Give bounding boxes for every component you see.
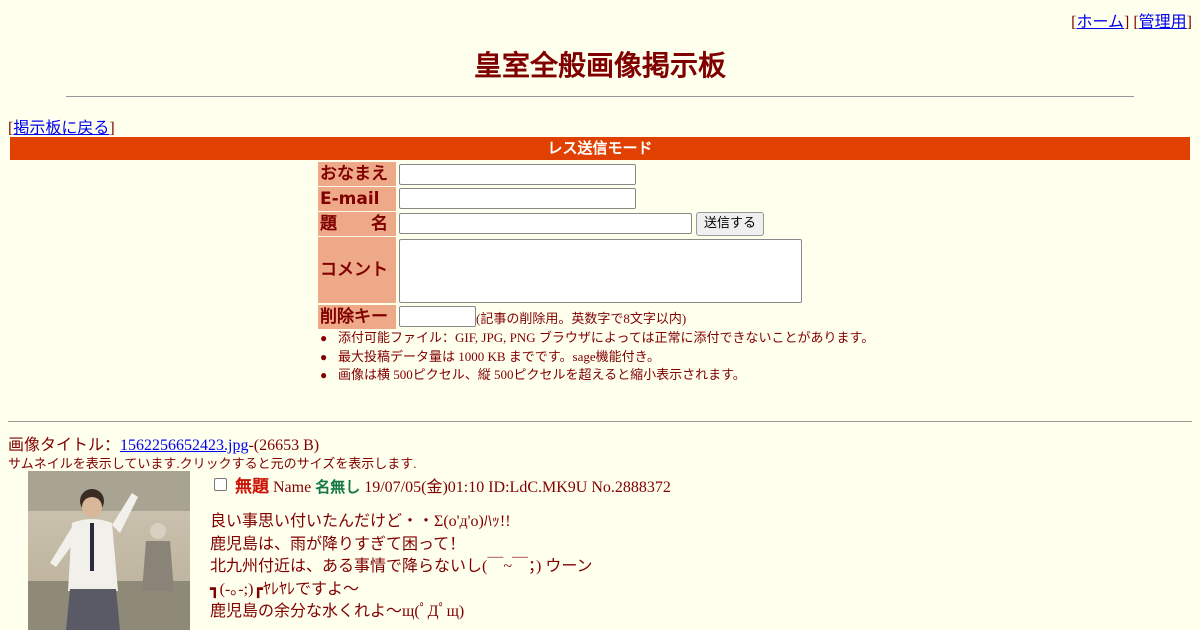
image-size: -(26653 B) xyxy=(248,437,320,454)
image-file-link[interactable]: 1562256652423.jpg xyxy=(120,437,248,454)
delete-checkbox[interactable] xyxy=(214,478,227,491)
list-item: ● 最大投稿データ量は 1000 KB までです。sage機能付き。 xyxy=(318,348,874,367)
post-header: 無題 Name 名無し 19/07/05(金)01:10 ID:LdC.MK9U… xyxy=(214,472,671,497)
email-label: E-mail xyxy=(318,187,396,211)
thumbnail-note: サムネイルを表示しています.クリックすると元のサイズを表示します. xyxy=(8,456,417,471)
post-thumbnail-image[interactable] xyxy=(28,471,190,630)
page-title: 皇室全般画像掲示板 xyxy=(473,49,726,82)
rule-text: 添付可能ファイル：GIF, JPG, PNG ブラウザによっては正常に添付できな… xyxy=(338,330,875,345)
back-nav: [掲示板に戻る] xyxy=(8,114,115,138)
subject-input[interactable] xyxy=(399,213,692,234)
post-line: 良い事思い付いたんだけど・・Σ(o'д'o)ﾊｯ!! xyxy=(210,513,511,530)
upload-rules: ● 添付可能ファイル：GIF, JPG, PNG ブラウザによっては正常に添付でき… xyxy=(318,329,874,385)
name-label: おなまえ xyxy=(318,162,396,186)
post-line: 鹿児島の余分な水くれよ～щ(ﾟДﾟщ) xyxy=(210,603,465,620)
divider xyxy=(8,421,1192,422)
rule-text: 画像は横 500ピクセル、縦 500ピクセルを超えると縮小表示されます。 xyxy=(338,367,746,382)
back-to-board-link[interactable]: 掲示板に戻る xyxy=(13,120,109,137)
name-input[interactable] xyxy=(399,164,636,185)
list-item: ● 添付可能ファイル：GIF, JPG, PNG ブラウザによっては正常に添付でき… xyxy=(318,329,874,348)
delete-key-input[interactable] xyxy=(399,306,476,327)
name-prefix: Name xyxy=(273,479,312,496)
bracket: ] xyxy=(1186,14,1192,31)
post-line: ┓(-｡-;)┏ﾔﾚﾔﾚですよ～ xyxy=(210,580,360,598)
post-line: 北九州付近は、ある事情で降らないし(￣~￣；) ウーン xyxy=(210,558,593,575)
bullet-icon: ● xyxy=(320,349,328,364)
delete-key-label: 削除キー xyxy=(318,305,396,329)
subject-label: 題 名 xyxy=(318,212,396,236)
image-info: 画像タイトル：1562256652423.jpg-(26653 B) xyxy=(8,431,319,455)
bracket: ] xyxy=(109,120,115,137)
rule-text: 最大投稿データ量は 1000 KB までです。sage機能付き。 xyxy=(338,348,660,364)
submit-button[interactable]: 送信する xyxy=(696,212,764,236)
email-input[interactable] xyxy=(399,188,636,209)
image-title-label: 画像タイトル： xyxy=(8,437,121,454)
top-nav: [ホーム] [管理用] xyxy=(1071,8,1192,32)
delete-key-note: (記事の削除用。英数字で8文字以内) xyxy=(476,311,687,326)
comment-label: コメント xyxy=(318,237,396,303)
post-body: 良い事思い付いたんだけど・・Σ(o'д'o)ﾊｯ!! 鹿児島は、雨が降りすぎて困… xyxy=(210,511,593,624)
bullet-icon: ● xyxy=(320,331,328,345)
comment-textarea[interactable] xyxy=(399,239,802,303)
photo-icon xyxy=(28,471,190,630)
home-link[interactable]: ホーム xyxy=(1076,14,1124,31)
bracket: ] [ xyxy=(1124,14,1139,31)
bullet-icon: ● xyxy=(320,368,328,382)
post-meta: 19/07/05(金)01:10 ID:LdC.MK9U No.2888372 xyxy=(364,479,671,496)
list-item: ● 画像は横 500ピクセル、縦 500ピクセルを超えると縮小表示されます。 xyxy=(318,366,874,385)
poster-name: 名無し xyxy=(315,478,361,496)
post-subject: 無題 xyxy=(235,477,269,497)
post-line: 鹿児島は、雨が降りすぎて困って！ xyxy=(210,535,466,553)
reply-mode-banner: レス送信モード xyxy=(10,137,1190,160)
admin-link[interactable]: 管理用 xyxy=(1139,14,1187,31)
divider xyxy=(66,96,1134,97)
